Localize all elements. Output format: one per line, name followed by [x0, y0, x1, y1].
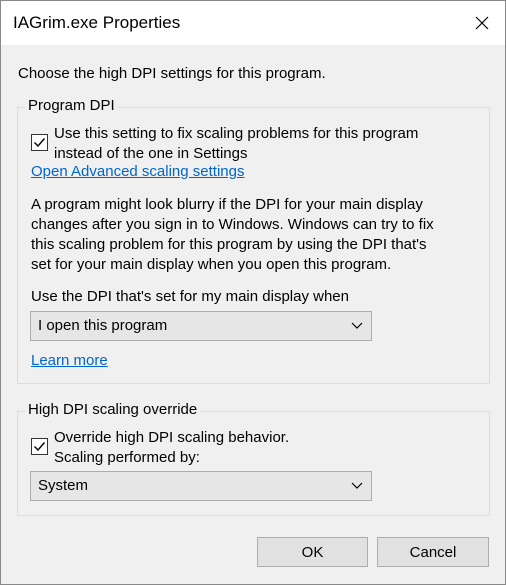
- ok-button[interactable]: OK: [257, 537, 368, 567]
- checkmark-icon: [34, 138, 46, 148]
- use-setting-label-line1: Use this setting to fix scaling problems…: [54, 125, 419, 142]
- checkmark-icon: [34, 442, 46, 452]
- properties-dialog: IAGrim.exe Properties Choose the high DP…: [0, 0, 506, 585]
- use-setting-checkbox[interactable]: [31, 134, 48, 151]
- scaling-performed-by-dropdown[interactable]: System: [30, 471, 372, 501]
- title-bar: IAGrim.exe Properties: [1, 1, 505, 45]
- learn-more-link[interactable]: Learn more: [31, 352, 108, 369]
- description-line3: this scaling problem for this program by…: [31, 236, 427, 253]
- description-line2: changes after you sign in to Windows. Wi…: [31, 216, 434, 233]
- use-setting-label-line2: instead of the one in Settings: [54, 145, 248, 162]
- dpi-dropdown-label: Use the DPI that's set for my main displ…: [31, 288, 349, 305]
- intro-text: Choose the high DPI settings for this pr…: [18, 65, 326, 82]
- chevron-down-icon: [351, 322, 363, 329]
- program-dpi-group-label: Program DPI: [25, 97, 118, 114]
- override-label-line2: Scaling performed by:: [54, 449, 200, 466]
- close-button[interactable]: [459, 1, 505, 45]
- cancel-button[interactable]: Cancel: [377, 537, 489, 567]
- close-icon[interactable]: [474, 15, 490, 31]
- description-line4: set for your main display when you open …: [31, 256, 392, 273]
- advanced-scaling-link[interactable]: Open Advanced scaling settings: [31, 163, 244, 180]
- override-checkbox[interactable]: [31, 438, 48, 455]
- window-title: IAGrim.exe Properties: [13, 13, 181, 32]
- chevron-down-icon: [351, 482, 363, 489]
- description-line1: A program might look blurry if the DPI f…: [31, 196, 423, 213]
- dpi-when-dropdown[interactable]: I open this program: [30, 311, 372, 341]
- override-label-line1: Override high DPI scaling behavior.: [54, 429, 290, 446]
- dpi-when-value: I open this program: [38, 317, 168, 334]
- scaling-override-group-label: High DPI scaling override: [25, 401, 201, 418]
- scaling-performed-by-value: System: [38, 477, 89, 494]
